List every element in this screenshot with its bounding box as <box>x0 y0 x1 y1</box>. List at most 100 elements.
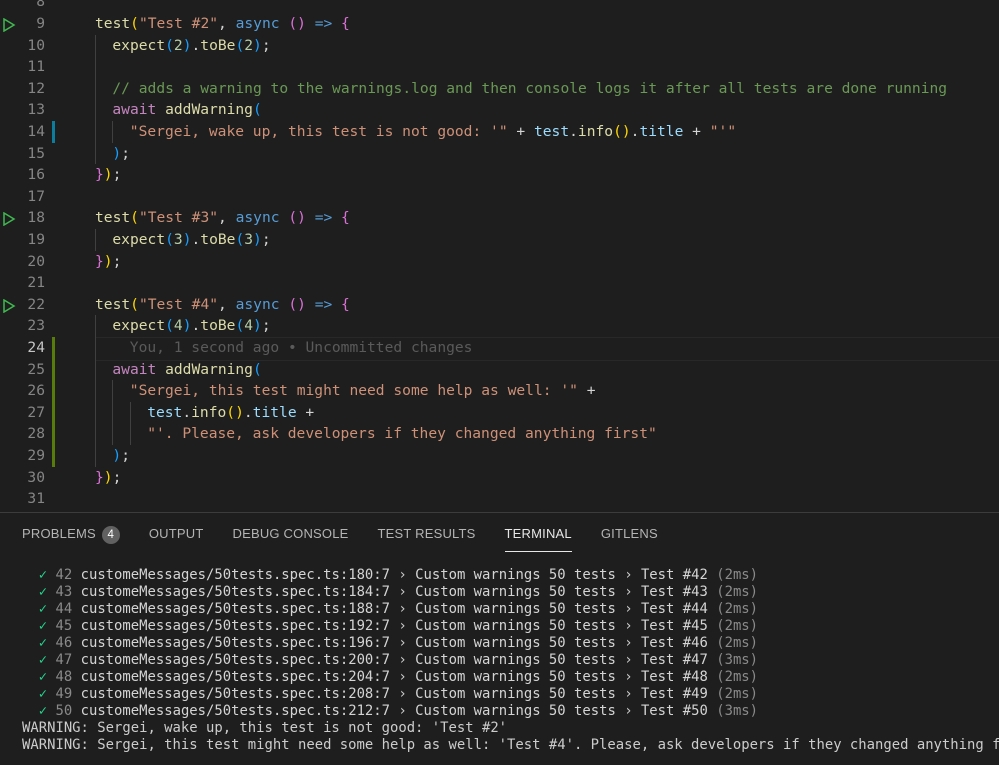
line-number: 28 <box>27 425 45 443</box>
line-number: 29 <box>27 447 45 464</box>
test-name: Test #42 <box>640 567 708 583</box>
test-result-line: ✓ 47 customeMessages/50tests.spec.ts:200… <box>22 652 999 669</box>
test-file: customeMessages/50tests.spec.ts:212:7 <box>80 703 391 719</box>
test-name: Test #50 <box>640 703 708 719</box>
code-token: . <box>182 403 192 421</box>
test-suite: Custom warnings 50 tests <box>415 669 616 685</box>
code-token: info <box>577 123 614 140</box>
check-icon: ✓ <box>38 584 48 600</box>
code-line: 28 "'. Please, ask developers if they cha… <box>0 423 999 445</box>
test-duration: (2ms) <box>716 584 759 600</box>
code-token: "Test #3" <box>138 209 219 227</box>
code-line: 16}); <box>0 164 999 186</box>
test-name: Test #47 <box>640 652 708 668</box>
code-line: 30}); <box>0 467 999 489</box>
code-token: ( <box>235 36 245 54</box>
line-number: 24 <box>27 339 45 356</box>
code-token: test <box>95 15 131 32</box>
code-token: // adds a warning to the warnings.log an… <box>112 79 948 97</box>
code-token: test <box>95 209 131 227</box>
test-suite: Custom warnings 50 tests <box>415 584 616 600</box>
line-number: 12 <box>27 79 45 97</box>
line-number: 10 <box>27 36 45 54</box>
code-editor[interactable]: 8 9 test("Test #2", async () => {10 expect(… <box>0 0 999 512</box>
tab-gitlens[interactable]: GITLENS <box>601 525 658 551</box>
code-token: 2 <box>244 36 254 54</box>
indent-guide <box>95 229 96 251</box>
code-token: { <box>341 295 350 313</box>
code-text: // adds a warning to the warnings.log an… <box>112 78 947 100</box>
test-index: 43 <box>55 584 73 600</box>
code-line: 21 <box>0 272 999 294</box>
code-token: ) <box>112 447 122 464</box>
code-line: 10 expect(2).toBe(2); <box>0 35 999 57</box>
code-token: 3 <box>244 231 254 248</box>
code-line: 26 "Sergei, this test might need some hel… <box>0 380 999 402</box>
code-token: , <box>218 209 236 227</box>
tab-terminal[interactable]: TERMINAL <box>504 525 572 552</box>
indent-guide <box>112 380 114 445</box>
code-text: "'. Please, ask developers if they chang… <box>147 423 657 445</box>
test-index: 44 <box>55 601 73 617</box>
code-token: ( <box>130 295 139 313</box>
line-number: 11 <box>27 58 45 76</box>
code-token: . <box>191 317 201 335</box>
code-text: }); <box>95 164 121 186</box>
code-text: expect(3).toBe(3); <box>112 229 270 251</box>
code-text: ); <box>112 143 130 165</box>
code-line: 29); <box>0 445 999 467</box>
test-name: Test #45 <box>640 618 708 634</box>
line-number: 16 <box>27 166 45 184</box>
code-token: toBe <box>200 317 236 335</box>
tab-problems[interactable]: PROBLEMS 4 <box>22 525 120 551</box>
test-suite: Custom warnings 50 tests <box>415 635 616 651</box>
test-index: 46 <box>55 635 73 651</box>
indent-guide <box>95 315 96 467</box>
git-change-indicator <box>52 121 55 143</box>
line-number: 14 <box>27 123 45 140</box>
code-token: ; <box>112 252 122 270</box>
warning-line: WARNING: Sergei, wake up, this test is n… <box>22 720 508 736</box>
test-index: 49 <box>55 686 73 702</box>
code-token: expect <box>112 231 166 248</box>
code-token: "'" <box>709 123 737 140</box>
tab-label: OUTPUT <box>148 526 204 541</box>
code-token: ) <box>182 317 192 335</box>
code-token: ( <box>130 15 139 32</box>
code-line: 20}); <box>0 251 999 273</box>
check-icon: ✓ <box>38 618 48 634</box>
tab-label: DEBUG CONSOLE <box>232 526 349 541</box>
test-result-line: ✓ 44 customeMessages/50tests.spec.ts:188… <box>22 601 999 618</box>
code-token: () <box>226 403 244 421</box>
check-icon: ✓ <box>38 635 48 651</box>
code-token: , <box>218 15 236 32</box>
code-text: test("Test #4", async () => { <box>95 294 350 316</box>
code-token: expect <box>112 317 166 335</box>
code-line: 9 test("Test #2", async () => { <box>0 13 999 35</box>
tab-label: GITLENS <box>600 526 658 541</box>
code-token: => <box>314 295 342 313</box>
test-name: Test #46 <box>640 635 708 651</box>
line-number: 23 <box>27 317 45 335</box>
code-token: "Sergei, wake up, this test is not good:… <box>129 123 508 140</box>
code-token: { <box>341 209 350 227</box>
test-result-line: ✓ 42 customeMessages/50tests.spec.ts:180… <box>22 567 999 584</box>
code-token: ) <box>253 231 262 248</box>
test-duration: (2ms) <box>716 635 759 651</box>
tab-output[interactable]: OUTPUT <box>149 525 204 551</box>
code-token: 3 <box>173 231 183 248</box>
code-token: test <box>533 123 570 140</box>
tab-label: TEST RESULTS <box>377 526 476 541</box>
code-line: 17 <box>0 186 999 208</box>
tab-test-results[interactable]: TEST RESULTS <box>378 525 476 551</box>
tab-debug-console[interactable]: DEBUG CONSOLE <box>233 525 349 551</box>
code-text: test("Test #2", async () => { <box>95 13 350 35</box>
test-duration: (2ms) <box>716 669 759 685</box>
terminal-output[interactable]: ✓ 42 customeMessages/50tests.spec.ts:180… <box>22 567 999 754</box>
code-token: { <box>341 15 350 32</box>
test-index: 45 <box>55 618 73 634</box>
